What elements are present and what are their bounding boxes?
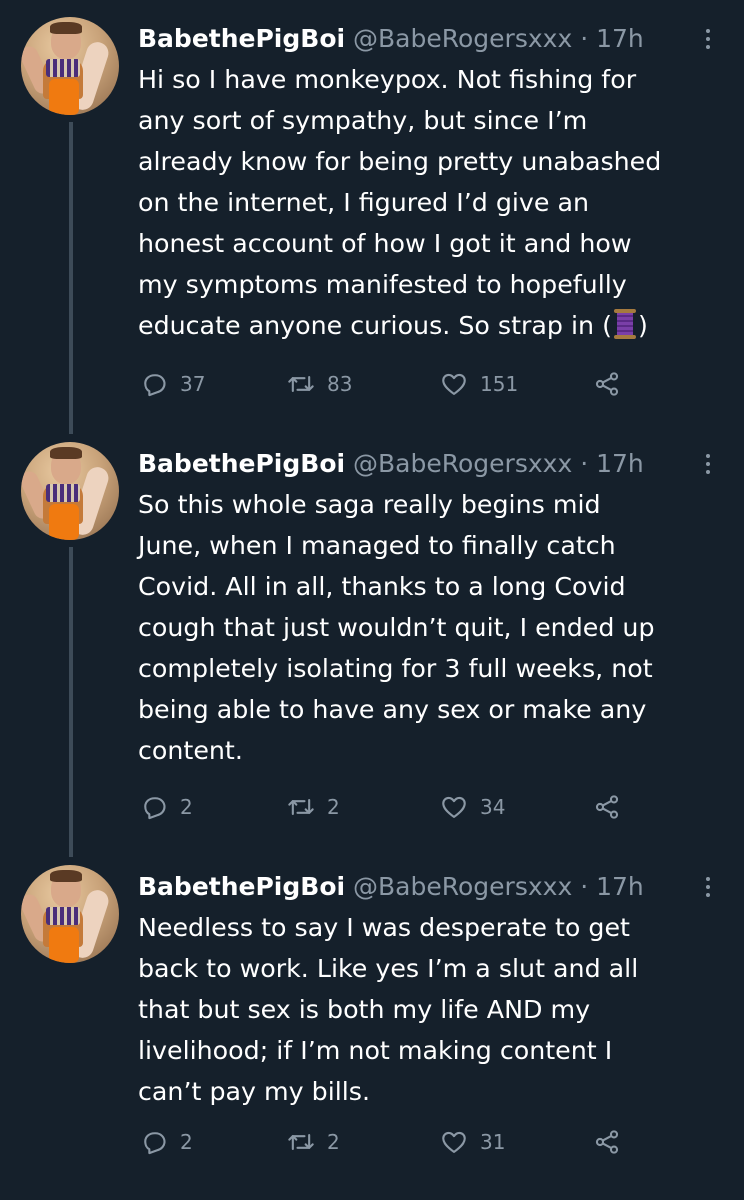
tweet-actions: 2 2 31 [140,1122,640,1162]
like-button[interactable]: 151 [440,364,518,404]
separator-dot: · [580,872,589,901]
reply-count: 2 [180,1130,193,1154]
display-name[interactable]: BabethePigBoi [138,449,345,478]
user-handle[interactable]: @BabeRogersxxx [353,449,572,478]
like-count: 34 [480,795,506,819]
tweet-text-end: ) [638,311,648,340]
like-count: 31 [480,1130,506,1154]
like-count: 151 [480,372,519,396]
tweet-thread: BabethePigBoi @BabeRogersxxx · 17h Hi so… [0,0,744,1200]
retweet-count: 83 [327,372,353,396]
timestamp[interactable]: 17h [596,449,644,478]
timestamp[interactable]: 17h [596,24,644,53]
retweet-button[interactable]: 2 [287,787,340,827]
more-options-icon[interactable] [704,454,712,476]
user-handle[interactable]: @BabeRogersxxx [353,24,572,53]
reply-button[interactable]: 2 [140,787,193,827]
tweet-text: Hi so I have monkeypox. Not fishing for … [138,59,728,346]
like-button[interactable]: 31 [440,1122,505,1162]
avatar[interactable] [21,865,119,963]
tweet-actions: 2 2 34 [140,787,640,827]
timestamp[interactable]: 17h [596,872,644,901]
separator-dot: · [580,24,589,53]
retweet-button[interactable]: 2 [287,1122,340,1162]
heart-icon [442,796,466,818]
user-handle[interactable]: @BabeRogersxxx [353,872,572,901]
thread-connector-line [69,122,73,434]
retweet-count: 2 [327,1130,340,1154]
tweet-text: So this whole saga really begins mid Jun… [138,490,655,765]
spool-of-thread-emoji [614,309,636,339]
share-button[interactable] [593,1122,621,1162]
reply-icon [144,797,166,820]
thread-connector-line [69,547,73,857]
tweet-header: BabethePigBoi @BabeRogersxxx · 17h [138,20,698,58]
retweet-icon [288,1133,314,1151]
tweet-header: BabethePigBoi @BabeRogersxxx · 17h [138,868,698,906]
avatar[interactable] [21,17,119,115]
like-button[interactable]: 34 [440,787,505,827]
display-name[interactable]: BabethePigBoi [138,24,345,53]
tweet-header: BabethePigBoi @BabeRogersxxx · 17h [138,445,698,483]
more-options-icon[interactable] [704,877,712,899]
reply-count: 2 [180,795,193,819]
share-button[interactable] [593,787,621,827]
tweet-text: Needless to say I was desperate to get b… [138,913,639,1106]
tweet-text-main: Hi so I have monkeypox. Not fishing for … [138,65,662,340]
retweet-icon [288,798,314,816]
reply-count: 37 [180,372,206,396]
share-button[interactable] [593,364,621,404]
heart-icon [442,373,466,395]
share-icon [595,372,619,396]
heart-icon [442,1131,466,1153]
share-icon [595,1130,619,1154]
reply-button[interactable]: 37 [140,364,205,404]
retweet-button[interactable]: 83 [287,364,352,404]
more-options-icon[interactable] [704,29,712,51]
display-name[interactable]: BabethePigBoi [138,872,345,901]
reply-button[interactable]: 2 [140,1122,193,1162]
tweet-actions: 37 83 151 [140,364,640,404]
separator-dot: · [580,449,589,478]
avatar[interactable] [21,442,119,540]
share-icon [595,795,619,819]
retweet-icon [288,375,314,393]
reply-icon [144,1132,166,1155]
reply-icon [144,374,166,397]
retweet-count: 2 [327,795,340,819]
